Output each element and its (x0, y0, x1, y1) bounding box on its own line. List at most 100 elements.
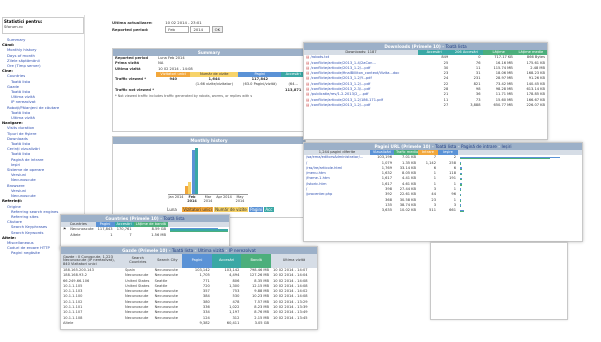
country-other-name: Altele (70, 232, 81, 237)
monthly-month-labels: Jan 2014 Feb 2014 Mar 2014 Apr 2014 May 2014 (168, 195, 248, 205)
hosts-link-last[interactable]: Ultima vizită (198, 248, 224, 253)
country-other-hits: 7 (129, 232, 132, 237)
countries-all-link[interactable]: Toată lista (163, 216, 184, 221)
download-path: /conflicte/articole/2013_1-2/Y...pdf (310, 76, 372, 81)
monthly-legend-unique: Vizitatori unici (182, 207, 213, 212)
monthly-bar-group (169, 146, 183, 194)
hosts-cell: 9,382 (199, 320, 210, 325)
monthly-bar-group (201, 146, 215, 194)
table-row: Altele 9,382 60,411 3.05 GB (61, 321, 317, 326)
month-select[interactable]: Feb (165, 26, 190, 33)
page-size-bar (460, 157, 550, 160)
download-path: /conflicte/articole/2013_2-3/...pdf (310, 87, 371, 92)
summary-viewed-sub-pages: (63.0 Pagini/vizită) (243, 82, 277, 87)
hosts-col-city: Search City (152, 254, 183, 268)
hosts-cell: 60,411 (226, 320, 240, 325)
download-path: /robots.txt (310, 55, 330, 60)
monthly-bar-group (233, 146, 247, 194)
monthly-bar-group (185, 146, 199, 194)
sidebar-site-box: Statistici pentru: Sforum.ro (2, 17, 84, 34)
country-pages: 117,843 (97, 227, 113, 232)
page-size-bar (460, 200, 461, 202)
page-size-bar (460, 163, 461, 165)
page-cell: 661 (449, 208, 456, 213)
pages-link-entry[interactable]: Pagină de intrare (461, 144, 497, 149)
hosts-cell: Necunoscute (125, 294, 149, 299)
download-path: /conflicte/articole/2013_1-2/...pdf (310, 81, 371, 86)
page-cell: 511 (429, 208, 436, 213)
hosts-cell: Necunoscute (154, 315, 178, 320)
page-cell: 10.02 KB (399, 208, 416, 213)
monthly-bar-group (217, 146, 231, 194)
summary-panel: Summary Reported period Luna Feb 2014 Pri… (112, 48, 306, 132)
monthly-panel: Monthly history Jan 2014 Feb 2014 Mar 2014… (112, 136, 306, 218)
monthly-title: Monthly history (113, 137, 305, 144)
monthly-legend-pages: Pagini (249, 207, 264, 212)
monthly-month-label: Jan 2014 (168, 195, 184, 199)
pages-title: Pagini URL (Primele 10) (374, 144, 431, 149)
monthly-legend-month: Luna (167, 207, 177, 212)
year-select[interactable]: 2014 (190, 26, 211, 33)
download-path: /conflicte/articole/finalBilliton_contex… (310, 71, 400, 76)
hosts-link-all[interactable]: Toată lista (172, 248, 193, 253)
download-path: /conflicte/articole/2013_1-2/...pdf (310, 102, 371, 107)
hosts-col-hits: Accesări (211, 254, 242, 268)
downloads-all-link[interactable]: Toată lista (445, 44, 466, 49)
table-row: 3,635 10.02 KB 511 661 (304, 208, 582, 213)
hosts-cell: Necunoscute (125, 310, 149, 315)
downloads-title: Downloads (Primele 10) (384, 44, 441, 49)
hosts-cell: Necunoscute (154, 310, 178, 315)
monthly-legend: Luna Vizitatori unici Număr de vizite Pa… (163, 207, 274, 212)
download-link[interactable]: ▤ /conflicte/articole/2013_1-2/...pdf (304, 103, 418, 108)
hosts-cell: Necunoscute (154, 273, 178, 278)
pages-link-exit[interactable]: Ieșiri (501, 144, 511, 149)
download-path: /publicatie/rev/1-2-2013/2_...pdf (310, 92, 369, 97)
page-size-bar (460, 179, 462, 181)
monthly-legend-hits: Acc (264, 207, 274, 212)
hosts-cell: 3.05 GB (254, 320, 269, 325)
download-cell: 27 (443, 102, 449, 107)
page-url-link[interactable] (304, 208, 370, 213)
downloads-panel: Downloads (Primele 10) - Toată lista Dow… (303, 42, 548, 140)
monthly-month-label: May 2014 (235, 195, 245, 203)
ok-button[interactable]: OK (211, 26, 224, 33)
hosts-col-host: Gazde : 0 Cunoscute, 1,223 Necunoscute (… (61, 254, 123, 268)
hosts-cell: Necunoscute (125, 315, 149, 320)
pages-link-all[interactable]: Toată lista (435, 144, 456, 149)
hosts-link-unresolved[interactable]: IP nerezolvat (229, 248, 256, 253)
monthly-month-label: Mar 2014 (203, 195, 213, 203)
last-update-label: Ultima actualizare: (112, 20, 153, 25)
monthly-bar (195, 148, 199, 194)
monthly-month-label: Apr 2014 (216, 195, 232, 199)
hosts-col-last: Ultima vizită (271, 254, 317, 268)
page-url-link[interactable]: /sa/ema/editorsAdministrator/... (304, 155, 370, 160)
hosts-panel: Gazde (Primele 10) - Toată lista - Ultim… (60, 246, 318, 330)
country-other-pages: 1 (110, 232, 113, 237)
summary-note: * Not viewed traffic includes traffic ge… (115, 94, 253, 99)
table-row: ▤ /conflicte/articole/2013_1-2/...pdf 27 3… (304, 103, 547, 108)
blank-panel (430, 242, 568, 320)
sidebar-site: Sforum.ro (4, 24, 23, 30)
download-path: /conflicte/articole/2013_1-2/...pdf (310, 65, 371, 70)
download-cell: 3,888 (470, 102, 481, 107)
monthly-month-label: Feb 2014 (187, 195, 197, 203)
hosts-col-pages: Pagini (182, 254, 212, 268)
download-path: /conflicte/articole/2013_1-2/186-171.pdf (310, 97, 383, 102)
download-cell: 226.07 KB (526, 102, 545, 107)
country-other-bandwidth: 1.56 MB (151, 232, 166, 237)
countries-panel: Countries (Primele 10) - Toată lista Cou… (60, 214, 230, 250)
hosts-cell (153, 321, 183, 326)
top-bar: Ultima actualizare: 10 02 2014 - 23:01 R… (112, 19, 224, 33)
download-path: /conflicte/articole/2013_1-4/2aCon... (310, 60, 376, 65)
hosts-cell (123, 321, 153, 326)
hosts-cell: Necunoscute (154, 294, 178, 299)
hosts-col-country: Search Countries (123, 254, 153, 268)
page-size-bar (460, 189, 461, 192)
pages-panel: Pagini URL (Primele 10) - Toată lista - … (303, 142, 583, 242)
summary-not-viewed-label: Traffic not viewed * (115, 87, 155, 92)
country-hits: 170,761 (116, 227, 132, 232)
page-size-bar (460, 168, 462, 170)
page-cell: 3,635 (381, 208, 392, 213)
hosts-col-bandwidth: Bandă (241, 254, 271, 268)
period-label: Reported period: (112, 27, 149, 32)
